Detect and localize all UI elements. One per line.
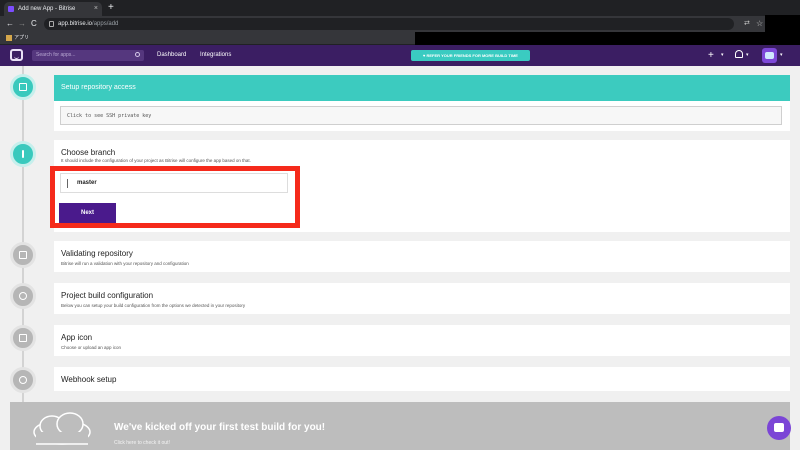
redaction-bar [415, 32, 800, 45]
build-config-title: Project build configuration [61, 291, 154, 300]
app-icon-title: App icon [61, 333, 93, 342]
reload-button[interactable]: C [31, 16, 37, 32]
build-config-subtitle: Below you can setup your build configura… [61, 303, 246, 308]
chat-icon[interactable] [767, 416, 791, 440]
browser-tab[interactable]: Add new App - Bitrise × [4, 2, 102, 16]
notification-bell-icon[interactable] [735, 50, 743, 58]
url-host: app.bitrise.io [58, 21, 93, 27]
app-icon-icon [19, 334, 27, 342]
search-placeholder: Search for apps... [36, 52, 76, 58]
lock-icon [19, 83, 27, 91]
validating-subtitle: Bitrise will run a validation with your … [61, 261, 189, 266]
banner-link[interactable]: Click here to check it out! [114, 440, 170, 446]
choose-branch-title: Choose branch [61, 148, 116, 157]
add-icon[interactable]: + [708, 45, 714, 66]
cloud-illustration-icon [33, 412, 91, 445]
url-path: /apps/add [92, 21, 119, 27]
user-avatar[interactable] [762, 48, 777, 63]
bookmark-star-icon[interactable]: ☆ [756, 16, 763, 32]
step-validate-icon [10, 242, 36, 268]
bitrise-logo-icon[interactable] [10, 49, 23, 61]
app-icon-card: App icon Choose or upload an app icon [54, 325, 790, 356]
banner-title: We've kicked off your first test build f… [114, 422, 326, 433]
gear-icon [19, 292, 27, 300]
back-button[interactable]: ← [6, 16, 14, 32]
new-tab-button[interactable]: + [108, 2, 114, 14]
search-icon [135, 52, 140, 57]
address-bar-row: ← → C app.bitrise.io/apps/add ⇄ ☆ [0, 16, 800, 32]
validating-repository-card: Validating repository Bitrise will run a… [54, 241, 790, 272]
search-input[interactable]: Search for apps... [32, 50, 144, 61]
bookmark-apps[interactable]: アプリ [6, 32, 29, 44]
webhook-title: Webhook setup [61, 375, 117, 384]
nav-integrations[interactable]: Integrations [200, 45, 231, 66]
tab-title: Add new App - Bitrise [18, 6, 76, 12]
translate-icon[interactable]: ⇄ [744, 16, 750, 32]
step-branch-icon [10, 141, 36, 167]
nav-dashboard[interactable]: Dashboard [157, 45, 186, 66]
step-anchor-icon [10, 367, 36, 393]
validating-title: Validating repository [61, 249, 133, 258]
url-field[interactable]: app.bitrise.io/apps/add [44, 18, 734, 30]
browser-tabbar: Add new App - Bitrise × + [0, 0, 800, 16]
step-gear-icon [10, 283, 36, 309]
ssh-key-link[interactable]: Click to see SSH private key [60, 106, 782, 125]
app-icon-subtitle: Choose or upload an app icon [61, 345, 122, 350]
step-app-icon-icon [10, 325, 36, 351]
step-lock-icon [10, 74, 36, 100]
bitrise-favicon-icon [8, 6, 14, 12]
first-build-banner: We've kicked off your first test build f… [10, 402, 790, 450]
secure-lock-icon [49, 21, 54, 27]
app-header: Search for apps... Dashboard Integration… [0, 45, 800, 66]
build-configuration-card: Project build configuration Below you ca… [54, 283, 790, 314]
notification-caret-icon[interactable]: ▾ [746, 45, 749, 66]
validate-icon [19, 251, 27, 259]
choose-branch-subtitle: It should include the configuration of y… [61, 158, 251, 163]
redaction-block [765, 15, 800, 45]
user-menu-caret-icon[interactable]: ▾ [780, 45, 783, 66]
highlight-annotation-box [50, 166, 300, 228]
anchor-icon [19, 376, 27, 384]
tab-close-icon[interactable]: × [94, 2, 98, 16]
add-dropdown-caret-icon[interactable]: ▾ [721, 45, 724, 66]
webhook-setup-card: Webhook setup [54, 367, 790, 391]
forward-button[interactable]: → [18, 16, 26, 32]
branch-icon [22, 150, 24, 158]
repository-access-header[interactable]: Setup repository access [54, 75, 790, 101]
refer-friends-button[interactable]: ♥ REFER YOUR FRIENDS FOR MORE BUILD TIME [411, 50, 530, 61]
